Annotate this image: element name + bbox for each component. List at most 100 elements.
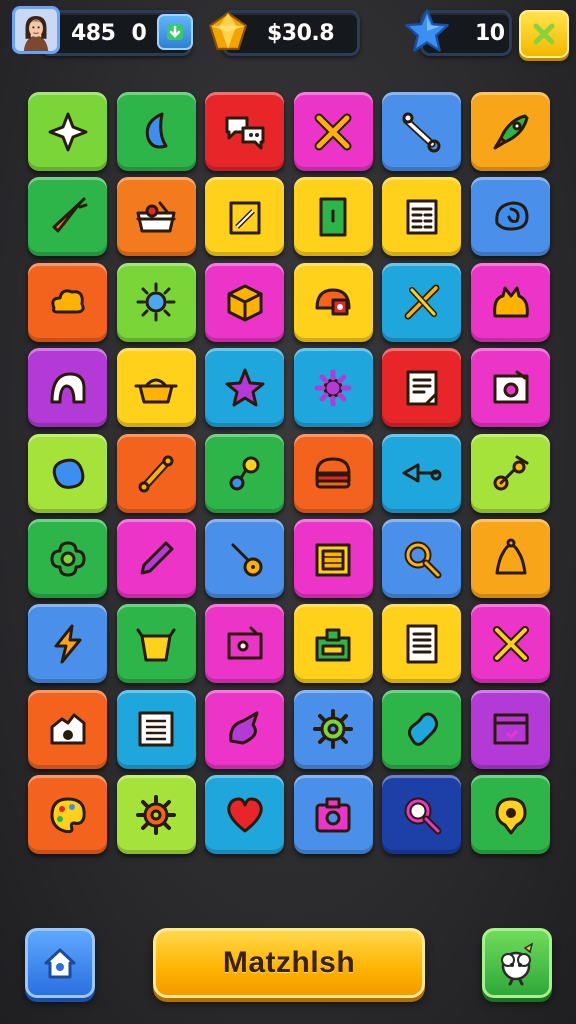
tile-board — [28, 92, 550, 862]
close-button[interactable] — [519, 10, 569, 58]
board-tile[interactable] — [293, 177, 373, 257]
board-tile[interactable] — [116, 262, 196, 342]
board-tile[interactable] — [382, 433, 462, 513]
mascot-button[interactable] — [482, 928, 552, 998]
gem-value: $30.8 — [267, 20, 335, 46]
board-tile[interactable] — [293, 262, 373, 342]
board-tile[interactable] — [471, 604, 550, 684]
board-tile[interactable] — [382, 262, 462, 342]
board-tile[interactable] — [28, 92, 107, 171]
board-tile[interactable] — [205, 604, 285, 684]
lightning-icon — [54, 624, 81, 664]
crossed-tools-icon — [492, 625, 529, 662]
star-icon — [225, 368, 265, 407]
board-tile[interactable] — [28, 177, 107, 257]
board-tile[interactable] — [116, 604, 196, 684]
snail-icon — [494, 201, 528, 231]
board-tile[interactable] — [471, 519, 550, 598]
board-tile[interactable] — [205, 348, 285, 428]
board-tile[interactable] — [28, 604, 107, 684]
board-tile[interactable] — [293, 92, 373, 171]
sparkle-icon — [48, 112, 87, 151]
palette-icon — [50, 797, 86, 833]
bean-icon — [407, 712, 438, 747]
coin-sub-value: 0 — [131, 20, 147, 46]
bird-icon — [228, 711, 259, 745]
board-tile[interactable] — [382, 92, 462, 171]
board-tile[interactable] — [28, 689, 107, 769]
guitar-icon — [231, 543, 263, 576]
down-arrow-icon — [167, 24, 183, 40]
board-tile[interactable] — [293, 689, 373, 769]
burger-icon — [315, 457, 351, 489]
board-tile[interactable] — [116, 348, 196, 428]
board-tile[interactable] — [471, 775, 550, 855]
cross-icon — [314, 113, 352, 150]
pen-icon — [140, 541, 174, 574]
star-icon — [405, 9, 449, 52]
board-tile[interactable] — [471, 433, 550, 513]
top-hud: 485 0 $30.8 10 — [0, 6, 576, 58]
add-coins-button[interactable] — [157, 14, 193, 50]
board-tile[interactable] — [28, 348, 107, 428]
chat-bubbles-icon — [225, 116, 265, 149]
home-button[interactable] — [25, 928, 95, 998]
board-tile[interactable] — [293, 604, 373, 684]
board-tile[interactable] — [382, 604, 462, 684]
gear-flower-icon — [314, 369, 352, 407]
board-tile[interactable] — [382, 177, 462, 257]
board-tile[interactable] — [293, 348, 373, 428]
match-button[interactable]: Matzhlsh — [153, 928, 425, 998]
board-tile[interactable] — [205, 262, 285, 342]
board-tile[interactable] — [471, 262, 550, 342]
board-tile[interactable] — [116, 433, 196, 513]
board-tile[interactable] — [205, 519, 285, 598]
cloud-icon — [50, 289, 85, 314]
calendar-icon — [406, 199, 438, 235]
player-avatar[interactable] — [12, 6, 60, 54]
board-tile[interactable] — [471, 348, 550, 428]
board-tile[interactable] — [382, 519, 462, 598]
board-tile[interactable] — [116, 519, 196, 598]
lunchbox-icon — [315, 628, 351, 662]
board-tile[interactable] — [28, 262, 107, 342]
board-tile[interactable] — [28, 775, 107, 855]
basket-icon — [136, 201, 176, 233]
board-tile[interactable] — [293, 775, 373, 855]
sheep-mascot-icon — [501, 942, 534, 986]
rocket-icon — [493, 114, 528, 149]
board-tile[interactable] — [205, 177, 285, 257]
close-icon — [533, 23, 555, 45]
board-tile[interactable] — [28, 519, 107, 598]
board-tile[interactable] — [28, 433, 107, 513]
molecule-icon — [229, 456, 260, 491]
pot-icon — [134, 378, 178, 404]
flower-icon — [50, 541, 85, 576]
table-icon — [138, 711, 174, 747]
board-tile[interactable] — [205, 92, 285, 171]
board-tile[interactable] — [471, 177, 550, 257]
board-tile[interactable] — [293, 433, 373, 513]
photo-icon — [493, 370, 528, 404]
board-tile[interactable] — [382, 775, 462, 855]
wrench-icon — [402, 112, 441, 152]
board-tile[interactable] — [116, 177, 196, 257]
heart-icon — [227, 797, 263, 833]
board-tile[interactable] — [293, 519, 373, 598]
board-tile[interactable] — [205, 689, 285, 769]
board-tile[interactable] — [116, 775, 196, 855]
scooter-icon — [493, 455, 528, 491]
key-icon — [402, 463, 442, 483]
board-tile[interactable] — [205, 433, 285, 513]
board-tile[interactable] — [116, 689, 196, 769]
gem-icon — [208, 11, 248, 50]
search-icon — [404, 797, 442, 835]
board-tile[interactable] — [471, 92, 550, 171]
blob-icon — [52, 458, 84, 489]
board-tile[interactable] — [382, 348, 462, 428]
box-icon — [227, 284, 263, 322]
board-tile[interactable] — [471, 689, 550, 769]
board-tile[interactable] — [382, 689, 462, 769]
board-tile[interactable] — [116, 92, 196, 171]
board-tile[interactable] — [205, 775, 285, 855]
